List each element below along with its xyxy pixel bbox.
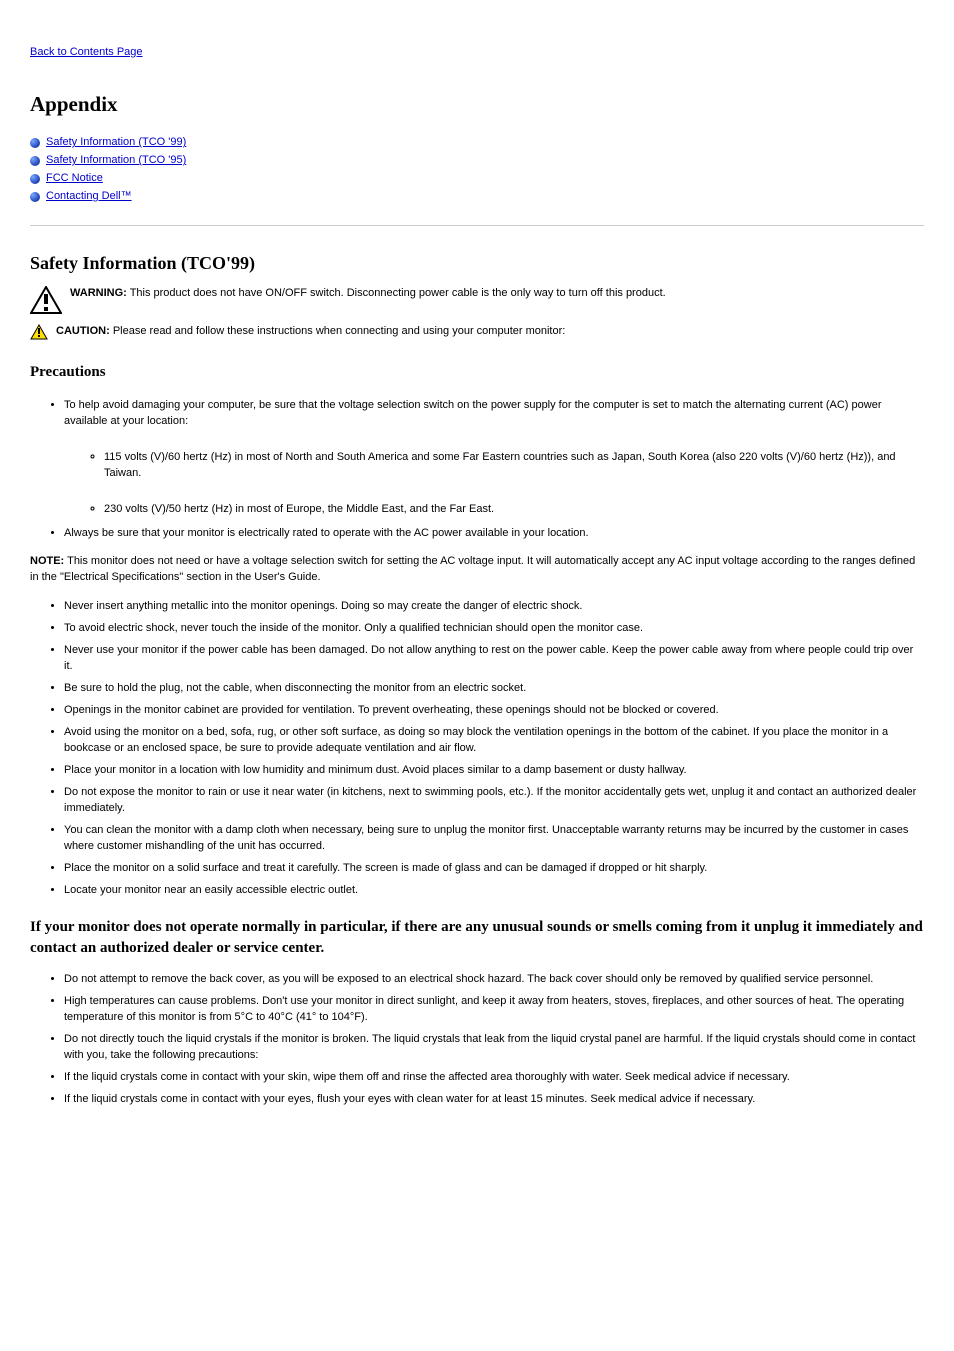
list-item-text: To help avoid damaging your computer, be… bbox=[64, 399, 882, 427]
caution-block: CAUTION: Please read and follow these in… bbox=[30, 324, 924, 340]
note-block: NOTE: This monitor does not need or have… bbox=[30, 554, 924, 586]
list-item: To avoid electric shock, never touch the… bbox=[64, 621, 924, 637]
list-item: If the liquid crystals come in contact w… bbox=[64, 1070, 924, 1086]
precautions-heading: Precautions bbox=[30, 362, 924, 384]
list-item: Always be sure that your monitor is elec… bbox=[64, 526, 924, 542]
back-to-contents-link[interactable]: Back to Contents Page bbox=[30, 45, 924, 61]
toc-item: Safety Information (TCO '99) bbox=[30, 135, 924, 151]
note-label: NOTE: bbox=[30, 555, 64, 567]
toc-item: Contacting Dell™ bbox=[30, 189, 924, 205]
list-item: If the liquid crystals come in contact w… bbox=[64, 1092, 924, 1108]
warning-body: This product does not have ON/OFF switch… bbox=[130, 287, 666, 299]
bullet-icon bbox=[30, 138, 40, 148]
list-item: 115 volts (V)/60 hertz (Hz) in most of N… bbox=[104, 450, 924, 482]
list-item: Do not attempt to remove the back cover,… bbox=[64, 972, 924, 988]
list-item: Be sure to hold the plug, not the cable,… bbox=[64, 681, 924, 697]
toc-item: Safety Information (TCO '95) bbox=[30, 153, 924, 169]
list-item: 230 volts (V)/50 hertz (Hz) in most of E… bbox=[104, 502, 924, 518]
subheading: If your monitor does not operate normall… bbox=[30, 917, 924, 961]
warning-text: WARNING: This product does not have ON/O… bbox=[70, 286, 924, 302]
list-item: You can clean the monitor with a damp cl… bbox=[64, 823, 924, 855]
precautions-list-a: Never insert anything metallic into the … bbox=[30, 599, 924, 898]
table-of-contents: Safety Information (TCO '99) Safety Info… bbox=[30, 135, 924, 205]
toc-link-fcc[interactable]: FCC Notice bbox=[46, 171, 103, 187]
warning-label: WARNING: bbox=[70, 287, 127, 299]
note-body: This monitor does not need or have a vol… bbox=[30, 555, 915, 583]
list-item: Never insert anything metallic into the … bbox=[64, 599, 924, 615]
list-item: Never use your monitor if the power cabl… bbox=[64, 643, 924, 675]
caution-icon bbox=[30, 324, 48, 340]
list-item: Place the monitor on a solid surface and… bbox=[64, 861, 924, 877]
nested-list: 115 volts (V)/60 hertz (Hz) in most of N… bbox=[64, 450, 924, 518]
list-item: Do not directly touch the liquid crystal… bbox=[64, 1032, 924, 1064]
bullet-icon bbox=[30, 156, 40, 166]
toc-link-contact[interactable]: Contacting Dell™ bbox=[46, 189, 132, 205]
warning-icon bbox=[30, 286, 62, 314]
list-item: Openings in the monitor cabinet are prov… bbox=[64, 703, 924, 719]
caution-label: CAUTION: bbox=[56, 325, 110, 337]
list-item: To help avoid damaging your computer, be… bbox=[64, 398, 924, 518]
divider bbox=[30, 225, 924, 226]
page-title: Appendix bbox=[30, 89, 924, 119]
section-title-safety: Safety Information (TCO'99) bbox=[30, 250, 924, 276]
toc-item: FCC Notice bbox=[30, 171, 924, 187]
toc-link-safety-95[interactable]: Safety Information (TCO '95) bbox=[46, 153, 186, 169]
caution-body: Please read and follow these instruction… bbox=[113, 325, 565, 337]
toc-link-safety-99[interactable]: Safety Information (TCO '99) bbox=[46, 135, 186, 151]
list-item: Avoid using the monitor on a bed, sofa, … bbox=[64, 725, 924, 757]
bullet-icon bbox=[30, 174, 40, 184]
precautions-list-b: Do not attempt to remove the back cover,… bbox=[30, 972, 924, 1108]
list-item: Place your monitor in a location with lo… bbox=[64, 763, 924, 779]
caution-text: CAUTION: Please read and follow these in… bbox=[56, 324, 924, 340]
warning-block: WARNING: This product does not have ON/O… bbox=[30, 286, 924, 314]
list-item: Do not expose the monitor to rain or use… bbox=[64, 785, 924, 817]
list-item: Locate your monitor near an easily acces… bbox=[64, 883, 924, 899]
precautions-list: To help avoid damaging your computer, be… bbox=[30, 398, 924, 542]
list-item: High temperatures can cause problems. Do… bbox=[64, 994, 924, 1026]
bullet-icon bbox=[30, 192, 40, 202]
